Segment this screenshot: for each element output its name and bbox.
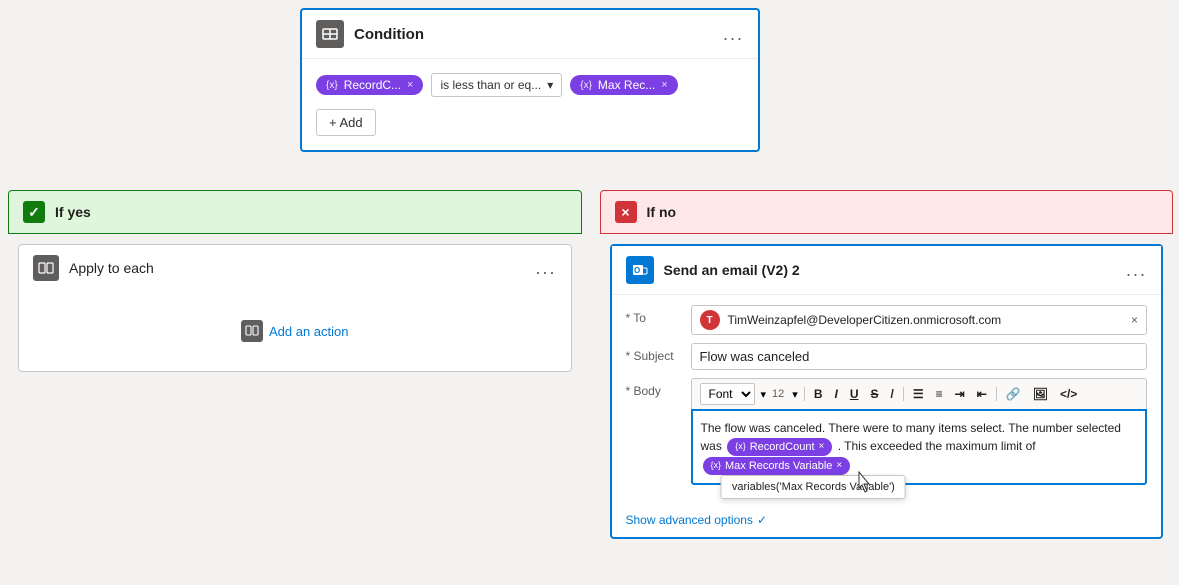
max-records-body-token[interactable]: {x} Max Records Variable × variables('Ma… (703, 457, 851, 476)
condition-body: {x} RecordC... × is less than or eq... ▾… (302, 59, 758, 150)
body-content[interactable]: The flow was canceled. There were to man… (691, 409, 1148, 485)
outdent-button[interactable]: ⇤ (974, 386, 990, 402)
email-avatar: T (700, 310, 720, 330)
subject-value: Flow was canceled (700, 349, 810, 364)
add-action-icon (241, 320, 263, 342)
body-label: * Body (626, 378, 681, 398)
if-no-label: If no (647, 204, 677, 220)
chip-close-2[interactable]: × (661, 79, 667, 91)
toolbar-separator-2 (903, 387, 904, 401)
body-token-label-1: RecordCount (750, 439, 815, 456)
condition-title: Condition (354, 26, 713, 43)
no-icon: × (615, 201, 637, 223)
body-token-close-1[interactable]: × (819, 439, 825, 454)
indent-button[interactable]: ⇥ (952, 386, 968, 402)
chevron-down-icon: ▾ (547, 78, 553, 92)
font-size-label: 12 (772, 388, 784, 400)
body-token-label-2: Max Records Variable (725, 458, 832, 475)
subject-row: * Subject Flow was canceled (626, 343, 1148, 370)
body-token-close-2[interactable]: × (836, 458, 842, 473)
condition-row: {x} RecordC... × is less than or eq... ▾… (316, 73, 744, 97)
body-text-2: . This exceeded the maximum limit of (838, 439, 1036, 453)
underline-button[interactable]: U (847, 386, 862, 402)
if-no-panel: × If no O Send an email (V2) 2 ... (600, 190, 1174, 549)
code-button[interactable]: </> (1057, 386, 1080, 402)
show-advanced-row: Show advanced options ✓ (612, 503, 1162, 537)
strikethrough-button[interactable]: S (868, 386, 882, 402)
email-card-menu[interactable]: ... (1126, 260, 1147, 281)
email-card-title: Send an email (V2) 2 (664, 262, 1116, 278)
chip-icon-1: {x} (326, 80, 338, 91)
bold-button[interactable]: B (811, 386, 826, 402)
add-action-button[interactable]: Add an action (241, 320, 349, 342)
if-yes-panel: ✓ If yes Apply to each ... (8, 190, 582, 549)
show-advanced-button[interactable]: Show advanced options ✓ (626, 513, 768, 527)
image-button[interactable]: 🖼 (1030, 386, 1051, 402)
svg-text:O: O (634, 266, 640, 275)
chip-icon-2: {x} (580, 80, 592, 91)
size-chevron-icon: ▾ (792, 388, 798, 401)
email-card-header: O Send an email (V2) 2 ... (612, 246, 1162, 295)
record-count-chip[interactable]: {x} RecordC... × (316, 75, 423, 95)
operator-select[interactable]: is less than or eq... ▾ (431, 73, 562, 97)
apply-each-menu[interactable]: ... (535, 258, 556, 279)
to-field[interactable]: T TimWeinzapfel@DeveloperCitizen.onmicro… (691, 305, 1148, 335)
chip-label-2: Max Rec... (598, 78, 655, 92)
body-toolbar: Font ▾ 12 ▾ B I U S / ☰ (691, 378, 1148, 409)
record-count-body-token[interactable]: {x} RecordCount × (727, 438, 832, 457)
apply-each-card: Apply to each ... Add an action (18, 244, 572, 372)
condition-card: Condition ... {x} RecordC... × is less t… (300, 8, 760, 152)
apply-each-body: Add an action (19, 291, 571, 371)
apply-each-header: Apply to each ... (19, 245, 571, 291)
to-label: * To (626, 305, 681, 325)
yes-icon: ✓ (23, 201, 45, 223)
apply-each-title: Apply to each (69, 260, 525, 276)
body-token-icon-2: {x} (711, 459, 722, 473)
max-records-chip[interactable]: {x} Max Rec... × (570, 75, 677, 95)
numbering-button[interactable]: ≡ (933, 386, 946, 402)
condition-card-header: Condition ... (302, 10, 758, 59)
body-token-icon-1: {x} (735, 440, 746, 454)
body-container: Font ▾ 12 ▾ B I U S / ☰ (691, 378, 1148, 485)
size-indicator: ▾ (761, 388, 767, 401)
operator-label: is less than or eq... (440, 78, 541, 92)
outlook-icon: O (626, 256, 654, 284)
tooltip-popup: variables('Max Records Variable') (721, 475, 906, 500)
bullets-button[interactable]: ☰ (910, 386, 927, 402)
to-field-close-icon[interactable]: × (1131, 313, 1138, 327)
subject-field[interactable]: Flow was canceled (691, 343, 1148, 370)
body-row: * Body Font ▾ 12 ▾ B I U (626, 378, 1148, 485)
send-email-card: O Send an email (V2) 2 ... * To T TimWei… (610, 244, 1164, 539)
chip-close-1[interactable]: × (407, 79, 413, 91)
email-form: * To T TimWeinzapfel@DeveloperCitizen.on… (612, 295, 1162, 503)
tooltip-text: variables('Max Records Variable') (732, 481, 895, 493)
toolbar-separator-1 (804, 387, 805, 401)
if-no-header: × If no (600, 190, 1174, 234)
subject-label: * Subject (626, 343, 681, 363)
chip-label-1: RecordC... (344, 78, 401, 92)
to-email-address: TimWeinzapfel@DeveloperCitizen.onmicroso… (728, 313, 1123, 327)
condition-icon (316, 20, 344, 48)
font-select[interactable]: Font (700, 383, 755, 405)
link-button[interactable]: 🔗 (1003, 386, 1024, 402)
toolbar-separator-3 (996, 387, 997, 401)
add-button[interactable]: + Add (316, 109, 376, 136)
to-row: * To T TimWeinzapfel@DeveloperCitizen.on… (626, 305, 1148, 335)
if-yes-header: ✓ If yes (8, 190, 582, 234)
condition-menu[interactable]: ... (723, 24, 744, 45)
italic-button[interactable]: I (831, 386, 840, 402)
if-yes-label: If yes (55, 204, 91, 220)
slash-button[interactable]: / (888, 386, 897, 402)
show-advanced-label: Show advanced options (626, 513, 753, 527)
branches-row: ✓ If yes Apply to each ... (8, 190, 1173, 549)
show-advanced-chevron-icon: ✓ (757, 513, 767, 527)
add-action-label: Add an action (269, 324, 349, 339)
apply-each-icon (33, 255, 59, 281)
